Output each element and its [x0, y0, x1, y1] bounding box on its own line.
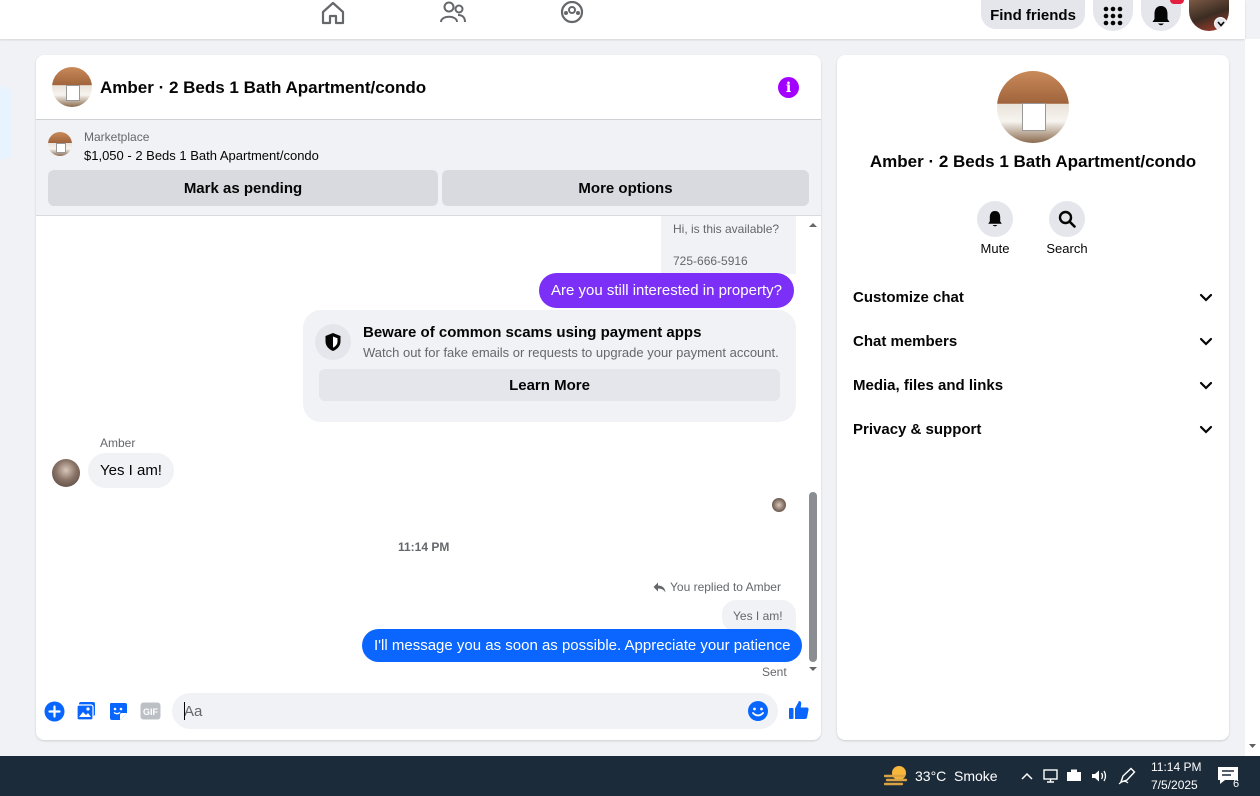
section-chat-members[interactable]: Chat members — [853, 329, 1213, 353]
windows-taskbar: 33°C Smoke 11:14 PM 7/5/2025 6 — [0, 756, 1260, 796]
quoted-text-2: 725-666-5916 — [673, 254, 748, 268]
bell-icon — [1152, 5, 1170, 25]
received-message-bubble[interactable]: Yes I am! — [88, 453, 174, 488]
scam-warning-title: Beware of common scams using payment app… — [363, 324, 702, 341]
scroll-down-icon[interactable] — [1245, 741, 1260, 751]
pen-icon[interactable] — [1118, 767, 1136, 785]
weather-temperature[interactable]: 33°C — [915, 768, 946, 784]
weather-condition[interactable]: Smoke — [954, 768, 998, 784]
chevron-down-icon — [1199, 425, 1213, 434]
marketplace-listing-bar: Marketplace $1,050 - 2 Beds 1 Bath Apart… — [36, 120, 821, 216]
groups-icon[interactable] — [557, 0, 587, 26]
notification-count: 6 — [1233, 778, 1240, 790]
home-icon[interactable] — [318, 0, 348, 26]
notifications-button[interactable] — [1141, 0, 1181, 31]
chevron-down-icon — [1199, 337, 1213, 346]
search-label: Search — [1046, 241, 1088, 256]
scroll-down-icon[interactable] — [807, 664, 819, 674]
mute-label: Mute — [980, 241, 1010, 256]
chevron-down-icon — [1199, 381, 1213, 390]
grid-icon — [1103, 6, 1123, 25]
scrollbar-thumb[interactable] — [809, 492, 817, 662]
info-icon[interactable]: i — [778, 77, 799, 98]
reply-indicator-text: You replied to Amber — [670, 580, 781, 594]
section-label: Customize chat — [853, 288, 964, 306]
message-input[interactable] — [172, 693, 778, 729]
quoted-text-1: Hi, is this available? — [673, 222, 780, 236]
bell-icon — [988, 211, 1002, 227]
chevron-down-icon — [1214, 17, 1227, 30]
scam-warning-description: Watch out for fake emails or requests to… — [363, 345, 779, 360]
text-cursor — [184, 702, 185, 720]
notification-badge — [1170, 0, 1184, 4]
clock-time[interactable]: 11:14 PM — [1151, 760, 1201, 774]
more-options-button[interactable]: More options — [442, 170, 809, 206]
reply-arrow-icon — [653, 582, 666, 592]
sent-message-bubble[interactable]: Are you still interested in property? — [539, 273, 794, 308]
gif-icon[interactable]: GIF — [139, 700, 161, 722]
mute-button[interactable] — [977, 201, 1013, 237]
chevron-up-icon[interactable] — [1020, 771, 1034, 781]
conversation-info-panel: Amber · 2 Beds 1 Bath Apartment/condo Mu… — [837, 55, 1229, 740]
sent-reply-bubble[interactable]: I'll message you as soon as possible. Ap… — [362, 629, 803, 662]
svg-text:GIF: GIF — [143, 707, 159, 717]
volume-icon[interactable] — [1090, 768, 1108, 784]
network-icon[interactable] — [1042, 768, 1060, 784]
section-customize-chat[interactable]: Customize chat — [853, 285, 1213, 309]
photo-icon[interactable] — [75, 700, 97, 722]
search-icon — [1058, 210, 1076, 228]
top-navigation-bar: Find friends — [0, 0, 1245, 39]
shield-icon — [315, 324, 351, 360]
section-label: Chat members — [853, 332, 958, 350]
profile-avatar-button[interactable] — [1189, 0, 1229, 31]
chat-title[interactable]: Amber · 2 Beds 1 Bath Apartment/condo — [100, 78, 426, 98]
marketplace-label: Marketplace — [84, 130, 150, 144]
chevron-down-icon — [1199, 293, 1213, 302]
sender-name: Amber — [100, 436, 136, 450]
section-label: Media, files and links — [853, 376, 1004, 394]
listing-title[interactable]: $1,050 - 2 Beds 1 Bath Apartment/condo — [84, 148, 319, 163]
add-attachment-icon[interactable] — [43, 700, 65, 722]
message-timestamp: 11:14 PM — [398, 540, 450, 554]
chat-header: Amber · 2 Beds 1 Bath Apartment/condo i — [36, 55, 821, 120]
reply-quote: Yes I am! — [722, 600, 796, 632]
find-friends-button[interactable]: Find friends — [981, 0, 1085, 29]
friends-icon[interactable] — [438, 0, 468, 26]
section-privacy-support[interactable]: Privacy & support — [853, 417, 1213, 441]
search-button[interactable] — [1049, 201, 1085, 237]
conversation-photo[interactable] — [997, 71, 1069, 143]
mark-as-pending-button[interactable]: Mark as pending — [48, 170, 438, 206]
apps-menu-button[interactable] — [1093, 0, 1133, 31]
emoji-icon[interactable] — [747, 700, 769, 722]
weather-icon[interactable] — [884, 764, 910, 788]
message-status: Sent — [762, 665, 787, 679]
section-label: Privacy & support — [853, 420, 982, 438]
conversation-avatar[interactable] — [52, 67, 92, 107]
left-sidebar-selected-item[interactable] — [0, 87, 12, 159]
learn-more-button[interactable]: Learn More — [319, 369, 780, 401]
sticker-icon[interactable] — [107, 700, 129, 722]
read-receipt-avatar — [772, 498, 786, 512]
message-list: Hi, is this available? 725-666-5916 Are … — [36, 216, 821, 686]
clock-date[interactable]: 7/5/2025 — [1151, 778, 1198, 792]
scam-warning-card: Beware of common scams using payment app… — [303, 310, 796, 422]
info-panel-title: Amber · 2 Beds 1 Bath Apartment/condo — [869, 152, 1197, 171]
sender-avatar[interactable] — [52, 459, 80, 487]
reply-indicator: You replied to Amber — [653, 580, 781, 594]
scroll-up-icon[interactable] — [807, 220, 819, 230]
battery-icon[interactable] — [1066, 768, 1084, 784]
listing-thumbnail[interactable] — [48, 132, 72, 156]
message-scrollbar[interactable] — [807, 216, 819, 686]
chat-window: Amber · 2 Beds 1 Bath Apartment/condo i … — [36, 55, 821, 740]
message-composer: GIF — [36, 686, 821, 740]
quoted-message: Hi, is this available? 725-666-5916 — [661, 216, 796, 274]
section-media-files-links[interactable]: Media, files and links — [853, 373, 1213, 397]
page-scrollbar[interactable] — [1245, 39, 1260, 756]
like-thumbs-up-icon[interactable] — [787, 698, 811, 722]
